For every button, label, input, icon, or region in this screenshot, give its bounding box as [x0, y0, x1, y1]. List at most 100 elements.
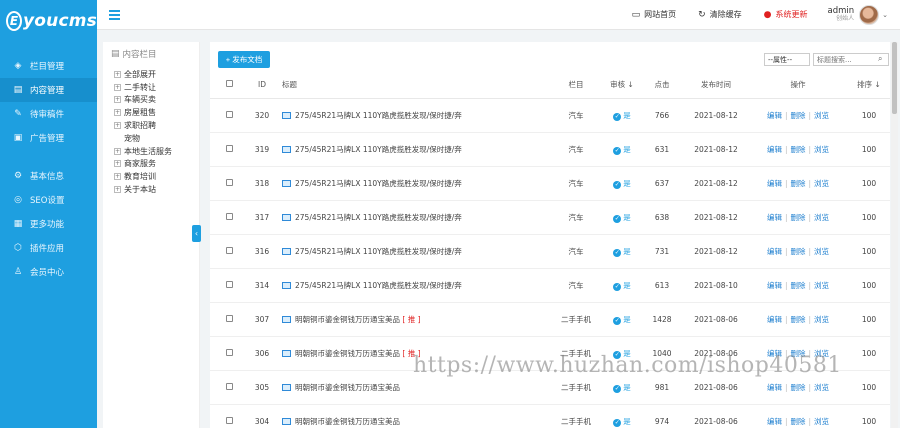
- header-audit[interactable]: 审核 ↓: [604, 72, 640, 99]
- sidebar-item[interactable]: ✎ 待审稿件: [0, 102, 97, 126]
- tree-item[interactable]: + 关于本站: [103, 183, 199, 196]
- view-link[interactable]: 浏览: [814, 179, 829, 188]
- chevron-down-icon[interactable]: ⌄: [882, 11, 888, 19]
- sort-cell[interactable]: 100: [848, 98, 890, 133]
- tree-item[interactable]: + 二手转让: [103, 81, 199, 94]
- sidebar-item[interactable]: ▤ 内容管理: [0, 78, 97, 102]
- tree-item[interactable]: + 本地生活服务: [103, 145, 199, 158]
- audit-cell[interactable]: ✓ 是: [604, 234, 640, 269]
- audit-cell[interactable]: ✓ 是: [604, 404, 640, 428]
- sort-cell[interactable]: 100: [848, 200, 890, 235]
- sort-cell[interactable]: 100: [848, 268, 890, 303]
- delete-link[interactable]: 删除: [791, 247, 806, 256]
- sort-cell[interactable]: 100: [848, 404, 890, 428]
- sort-cell[interactable]: 100: [848, 370, 890, 405]
- logo[interactable]: E youcms: [0, 0, 97, 42]
- edit-link[interactable]: 编辑: [767, 145, 782, 154]
- audit-cell[interactable]: ✓ 是: [604, 370, 640, 405]
- select-all-checkbox[interactable]: [225, 80, 233, 88]
- title-link[interactable]: 明朝铜币鎏金铜钱万历通宝美品: [295, 349, 400, 358]
- view-link[interactable]: 浏览: [814, 247, 829, 256]
- tree-item[interactable]: + 全部展开: [103, 68, 199, 81]
- title-link[interactable]: 275/45R21马牌LX 110Y路虎揽胜发现/保时捷/奔: [295, 281, 462, 290]
- expand-icon[interactable]: +: [114, 83, 121, 91]
- sidebar-item[interactable]: ◈ 栏目管理: [0, 54, 97, 78]
- title-link[interactable]: 明朝铜币鎏金铜钱万历通宝美品: [295, 383, 400, 392]
- tree-item[interactable]: + 房屋租售: [103, 106, 199, 119]
- edit-link[interactable]: 编辑: [767, 315, 782, 324]
- sidebar-item[interactable]: ◎ SEO设置: [0, 188, 97, 212]
- scroll-thumb[interactable]: [892, 42, 897, 114]
- delete-link[interactable]: 删除: [791, 349, 806, 358]
- expand-icon[interactable]: +: [114, 160, 121, 168]
- delete-link[interactable]: 删除: [791, 213, 806, 222]
- view-link[interactable]: 浏览: [814, 281, 829, 290]
- expand-icon[interactable]: +: [114, 173, 121, 181]
- sort-cell[interactable]: 100: [848, 336, 890, 371]
- expand-icon[interactable]: +: [114, 122, 121, 130]
- edit-link[interactable]: 编辑: [767, 247, 782, 256]
- tree-item[interactable]: + 求职招聘: [103, 119, 199, 132]
- delete-link[interactable]: 删除: [791, 383, 806, 392]
- row-checkbox[interactable]: [225, 416, 233, 424]
- tree-item[interactable]: + 教育培训: [103, 170, 199, 183]
- avatar[interactable]: [859, 4, 880, 25]
- view-link[interactable]: 浏览: [814, 315, 829, 324]
- row-checkbox[interactable]: [225, 246, 233, 254]
- delete-link[interactable]: 删除: [791, 281, 806, 290]
- delete-link[interactable]: 删除: [791, 315, 806, 324]
- row-checkbox[interactable]: [225, 280, 233, 288]
- title-link[interactable]: 明朝铜币鎏金铜钱万历通宝美品: [295, 315, 400, 324]
- clear-cache-link[interactable]: ↻ 清除缓存: [698, 9, 742, 20]
- publish-document-button[interactable]: + 发布文档: [218, 51, 270, 68]
- attribute-filter-select[interactable]: --属性--: [764, 53, 810, 66]
- view-link[interactable]: 浏览: [814, 417, 829, 426]
- user-info[interactable]: admin 创始人: [827, 6, 854, 23]
- sidebar-item[interactable]: ▦ 更多功能: [0, 212, 97, 236]
- menu-toggle-icon[interactable]: [109, 9, 120, 20]
- delete-link[interactable]: 删除: [791, 111, 806, 120]
- row-checkbox[interactable]: [225, 178, 233, 186]
- audit-cell[interactable]: ✓ 是: [604, 268, 640, 303]
- audit-cell[interactable]: ✓ 是: [604, 98, 640, 133]
- tree-item[interactable]: + 车辆买卖: [103, 94, 199, 107]
- sidebar-item[interactable]: ▣ 广告管理: [0, 126, 97, 150]
- view-link[interactable]: 浏览: [814, 145, 829, 154]
- expand-icon[interactable]: +: [114, 70, 121, 78]
- edit-link[interactable]: 编辑: [767, 349, 782, 358]
- header-sort[interactable]: 排序 ↓: [848, 72, 890, 99]
- search-icon[interactable]: ⌕: [878, 54, 882, 64]
- audit-cell[interactable]: ✓ 是: [604, 302, 640, 337]
- sort-cell[interactable]: 100: [848, 302, 890, 337]
- row-checkbox[interactable]: [225, 348, 233, 356]
- view-link[interactable]: 浏览: [814, 383, 829, 392]
- title-link[interactable]: 275/45R21马牌LX 110Y路虎揽胜发现/保时捷/奔: [295, 179, 462, 188]
- sort-cell[interactable]: 100: [848, 166, 890, 201]
- sidebar-item[interactable]: ♙ 会员中心: [0, 260, 97, 284]
- view-link[interactable]: 浏览: [814, 111, 829, 120]
- title-link[interactable]: 明朝铜币鎏金铜钱万历通宝美品: [295, 417, 400, 426]
- row-checkbox[interactable]: [225, 212, 233, 220]
- title-link[interactable]: 275/45R21马牌LX 110Y路虎揽胜发现/保时捷/奔: [295, 145, 462, 154]
- sort-cell[interactable]: 100: [848, 132, 890, 167]
- edit-link[interactable]: 编辑: [767, 281, 782, 290]
- row-checkbox[interactable]: [225, 382, 233, 390]
- tree-item[interactable]: + 商家服务: [103, 158, 199, 171]
- row-checkbox[interactable]: [225, 314, 233, 322]
- delete-link[interactable]: 删除: [791, 417, 806, 426]
- edit-link[interactable]: 编辑: [767, 213, 782, 222]
- audit-cell[interactable]: ✓ 是: [604, 132, 640, 167]
- audit-cell[interactable]: ✓ 是: [604, 166, 640, 201]
- sort-cell[interactable]: 100: [848, 234, 890, 269]
- collapse-panel-button[interactable]: ‹: [192, 225, 201, 242]
- expand-icon[interactable]: +: [114, 109, 121, 117]
- system-update-link[interactable]: ● 系统更新: [764, 9, 808, 20]
- edit-link[interactable]: 编辑: [767, 383, 782, 392]
- sidebar-item[interactable]: ⬡ 插件应用: [0, 236, 97, 260]
- row-checkbox[interactable]: [225, 110, 233, 118]
- page-scrollbar[interactable]: [891, 42, 898, 428]
- edit-link[interactable]: 编辑: [767, 179, 782, 188]
- expand-icon[interactable]: +: [114, 147, 121, 155]
- site-home-link[interactable]: ▭ 网站首页: [632, 9, 677, 20]
- sidebar-item[interactable]: ⚙ 基本信息: [0, 164, 97, 188]
